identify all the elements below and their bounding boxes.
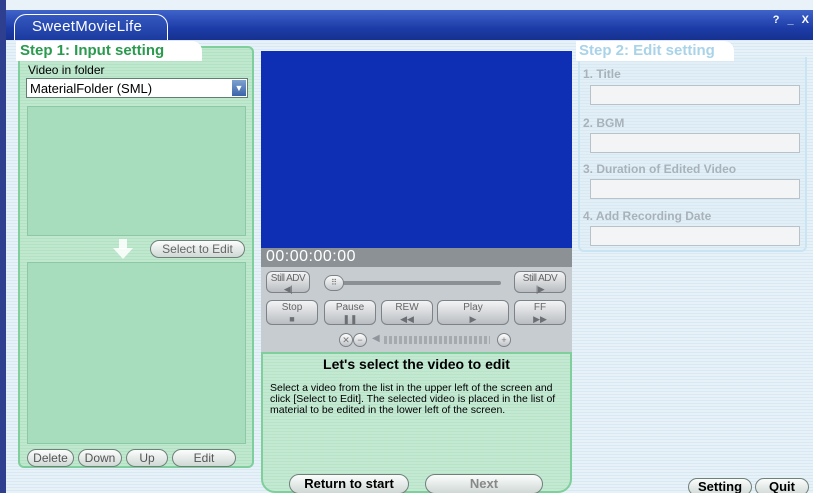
delete-button[interactable]: Delete — [27, 449, 74, 467]
volume-down-icon[interactable]: − — [353, 333, 367, 347]
duration-field[interactable] — [590, 179, 800, 199]
move-down-button[interactable]: Down — [78, 449, 122, 467]
chevron-down-icon[interactable]: ▼ — [232, 80, 246, 96]
still-adv-back-label: Still ADV — [270, 273, 306, 284]
guide-text: Select a video from the list in the uppe… — [270, 382, 556, 416]
folder-select-value: MaterialFolder (SML) — [30, 80, 153, 96]
mute-icon[interactable]: ✕ — [339, 333, 353, 347]
video-source-list[interactable] — [27, 106, 246, 236]
timecode-display: 00:00:00:00 — [266, 248, 357, 265]
volume-slider[interactable] — [384, 336, 490, 344]
play-icon: ▶ — [469, 314, 477, 324]
recording-date-label: 4. Add Recording Date — [583, 209, 712, 223]
next-button[interactable]: Next — [425, 474, 543, 493]
step2-title: Step 2: Edit setting — [579, 42, 715, 59]
step-forward-icon: |▶ — [535, 284, 545, 294]
still-adv-back-button[interactable]: Still ADV ◀| — [266, 271, 310, 294]
close-button[interactable]: X — [802, 14, 809, 26]
app-title: SweetMovieLife — [32, 18, 143, 35]
fast-forward-button[interactable]: FF ▶▶ — [514, 300, 566, 325]
bgm-field[interactable] — [590, 133, 800, 153]
seek-bar[interactable] — [338, 281, 501, 285]
stop-button[interactable]: Stop ■ — [266, 300, 318, 325]
return-to-start-button[interactable]: Return to start — [289, 474, 409, 493]
setting-button[interactable]: Setting — [688, 478, 752, 493]
bgm-label: 2. BGM — [583, 116, 625, 130]
folder-label: Video in folder — [28, 63, 105, 77]
minimize-button[interactable]: _ — [788, 14, 794, 26]
volume-up-icon[interactable]: + — [497, 333, 511, 347]
pause-button[interactable]: Pause ❚❚ — [324, 300, 376, 325]
edit-material-list[interactable] — [27, 262, 246, 444]
video-preview[interactable] — [261, 51, 572, 248]
title-field[interactable] — [590, 85, 800, 105]
rewind-icon: ◀◀ — [400, 314, 414, 324]
select-to-edit-button[interactable]: Select to Edit — [150, 240, 245, 258]
play-button[interactable]: Play ▶ — [437, 300, 509, 325]
recording-date-field[interactable] — [590, 226, 800, 246]
arrow-down-icon — [113, 239, 133, 259]
move-up-button[interactable]: Up — [126, 449, 168, 467]
help-button[interactable]: ? — [773, 14, 780, 26]
still-adv-forward-button[interactable]: Still ADV |▶ — [514, 271, 566, 294]
speaker-icon: ◀ — [372, 333, 380, 344]
step1-title: Step 1: Input setting — [20, 42, 165, 59]
still-adv-forward-label: Still ADV — [522, 273, 558, 284]
guide-title: Let's select the video to edit — [323, 356, 510, 372]
stop-label: Stop — [281, 302, 303, 313]
rewind-label: REW — [395, 302, 419, 313]
title-label: 1. Title — [583, 67, 621, 81]
fast-forward-icon: ▶▶ — [533, 314, 547, 324]
play-label: Play — [463, 302, 483, 313]
window-controls: ? _ X — [773, 14, 809, 26]
guide-panel — [261, 352, 572, 493]
fast-forward-label: FF — [533, 302, 547, 313]
edit-button[interactable]: Edit — [172, 449, 236, 467]
duration-label: 3. Duration of Edited Video — [583, 162, 737, 176]
seek-handle[interactable]: ⠿ — [324, 275, 344, 291]
quit-button[interactable]: Quit — [755, 478, 809, 493]
pause-icon: ❚❚ — [342, 314, 358, 324]
stop-icon: ■ — [289, 314, 295, 324]
rewind-button[interactable]: REW ◀◀ — [381, 300, 433, 325]
pause-label: Pause — [335, 302, 365, 313]
step-back-icon: ◀| — [283, 284, 293, 294]
folder-select[interactable]: MaterialFolder (SML) ▼ — [26, 78, 248, 98]
